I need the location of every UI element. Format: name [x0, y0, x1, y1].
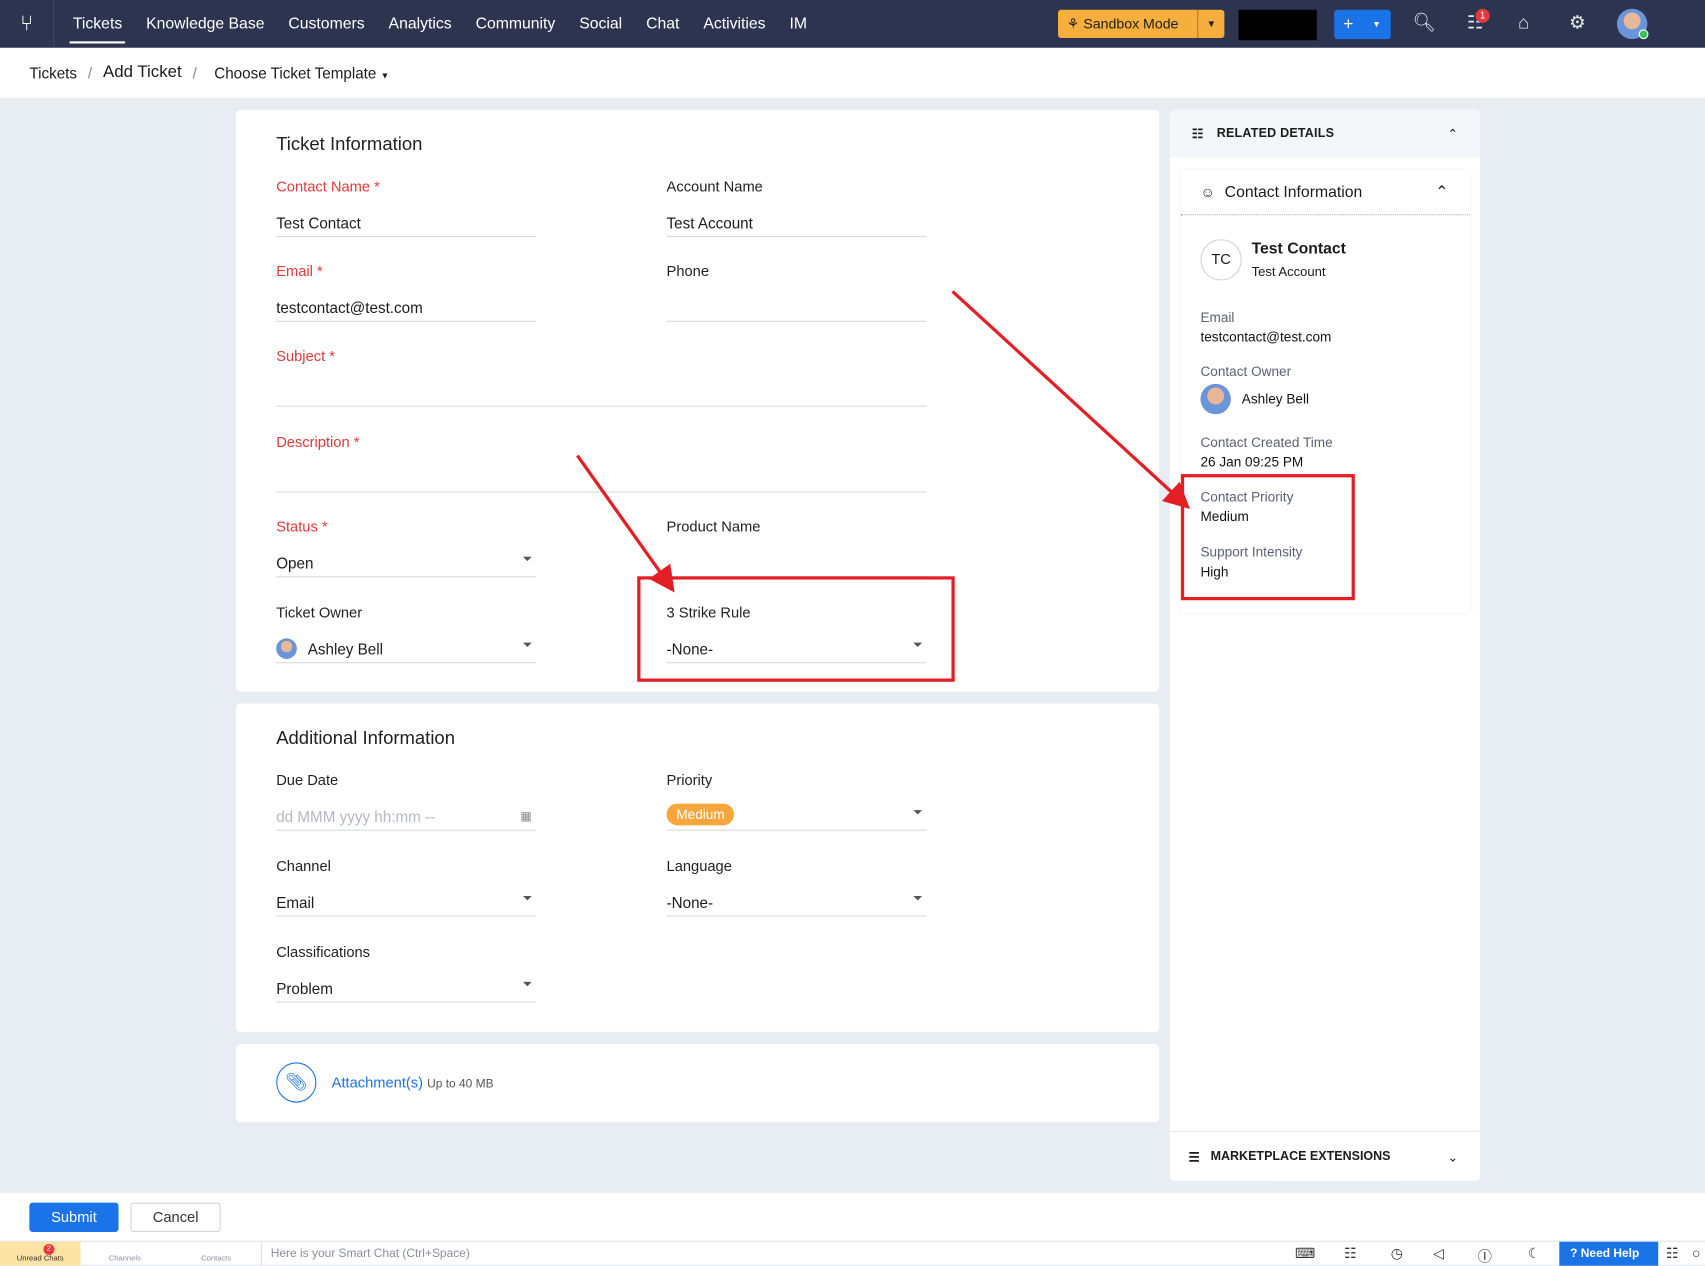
- chat-icon[interactable]: ○: [1692, 1245, 1701, 1261]
- moon-icon[interactable]: ☾: [1528, 1245, 1541, 1262]
- submit-button[interactable]: Submit: [29, 1202, 119, 1232]
- accessibility-icon[interactable]: Ⓘ: [1478, 1245, 1492, 1266]
- feedback-icon[interactable]: ☷: [1666, 1245, 1679, 1262]
- channels-button[interactable]: Channels: [109, 1255, 141, 1263]
- keyboard-icon[interactable]: ⌨: [1295, 1245, 1315, 1262]
- cancel-button[interactable]: Cancel: [130, 1202, 221, 1232]
- contacts-button[interactable]: Contacts: [201, 1255, 231, 1263]
- annotation-arrow: [951, 290, 1191, 509]
- annotation-arrow: [576, 454, 675, 593]
- notes-icon[interactable]: ☷: [1344, 1245, 1357, 1262]
- smart-chat-input[interactable]: Here is your Smart Chat (Ctrl+Space): [260, 1241, 1240, 1266]
- unread-chats-button[interactable]: Unread Chats 2: [0, 1241, 81, 1266]
- megaphone-icon[interactable]: ◁: [1433, 1245, 1444, 1262]
- clock-icon[interactable]: ◷: [1391, 1245, 1403, 1262]
- bottom-bar: Unread Chats 2 Channels Contacts Here is …: [0, 1240, 1705, 1266]
- need-help-button[interactable]: ? Need Help: [1559, 1241, 1659, 1266]
- annotation-arrows: [576, 290, 1191, 593]
- form-footer: Submit Cancel: [0, 1192, 1705, 1241]
- unread-badge: 2: [43, 1243, 55, 1255]
